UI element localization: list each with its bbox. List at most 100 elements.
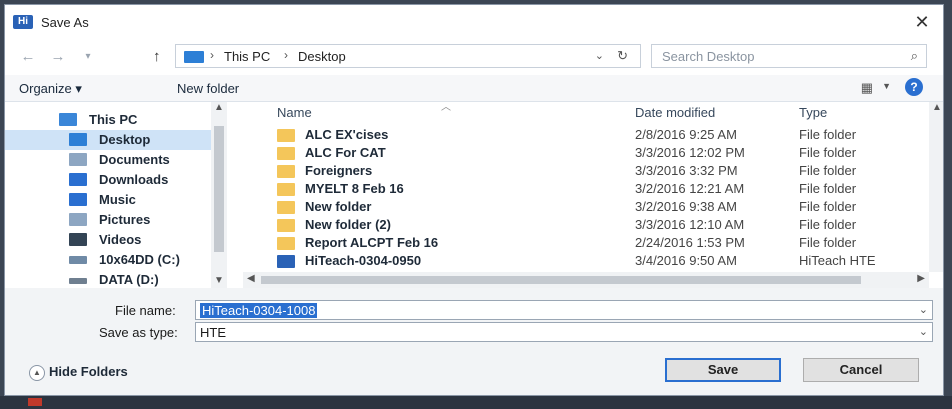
chevron-down-icon[interactable]: ⌄ <box>919 303 928 316</box>
nav-item-label: Downloads <box>99 172 169 187</box>
file-row[interactable]: Foreigners 3/3/2016 3:32 PM File folder <box>243 163 903 181</box>
breadcrumb-this-pc[interactable]: This PC <box>224 49 270 64</box>
file-list-vertical-scrollbar[interactable]: ▲ <box>929 102 943 272</box>
file-date: 3/4/2016 9:50 AM <box>635 253 737 268</box>
column-header-date-modified[interactable]: Date modified <box>635 105 715 120</box>
new-folder-button[interactable]: New folder <box>177 81 239 96</box>
file-list: Name ︿ Date modified Type ALC EX'cises 2… <box>243 102 943 288</box>
nav-item-drive-c[interactable]: 10x64DD (C:) <box>5 250 211 270</box>
save-form: File name: HiTeach-0304-1008 ⌄ Save as t… <box>5 288 943 348</box>
search-box[interactable]: Search Desktop ⌕ <box>651 44 927 68</box>
taskbar-item[interactable] <box>28 398 42 406</box>
file-row[interactable]: MYELT 8 Feb 16 3/2/2016 12:21 AM File fo… <box>243 181 903 199</box>
file-name: Report ALCPT Feb 16 <box>305 235 439 250</box>
scroll-up-icon[interactable]: ▲ <box>214 102 224 113</box>
file-row[interactable]: New folder (2) 3/3/2016 12:10 AM File fo… <box>243 217 903 235</box>
folder-icon <box>277 129 295 142</box>
scrollbar-thumb[interactable] <box>214 126 224 252</box>
breadcrumb-desktop[interactable]: Desktop <box>298 49 346 64</box>
back-arrow-icon[interactable]: ← <box>19 48 37 65</box>
hte-file-icon <box>277 255 295 268</box>
nav-item-label: Videos <box>99 232 142 247</box>
nav-item-this-pc[interactable]: This PC <box>5 110 211 130</box>
chevron-down-icon[interactable]: ▼ <box>882 81 891 91</box>
scroll-left-icon[interactable]: ◀ <box>247 273 255 284</box>
recent-locations-icon[interactable]: ▾ <box>79 51 97 62</box>
file-list-horizontal-scrollbar[interactable]: ◀ ▶ <box>243 272 929 288</box>
file-name: ALC EX'cises <box>305 127 389 142</box>
file-type: File folder <box>799 199 857 214</box>
help-icon[interactable]: ? <box>905 78 923 96</box>
save-as-dialog: Hi Save As ✕ ← → ▾ ↑ › This PC › Desktop… <box>4 4 944 396</box>
nav-item-label: Documents <box>99 152 170 167</box>
save-as-type-select[interactable]: HTE ⌄ <box>195 322 933 342</box>
file-name: ALC For CAT <box>305 145 386 160</box>
nav-item-music[interactable]: Music <box>5 190 211 210</box>
file-name-input[interactable]: HiTeach-0304-1008 <box>200 303 318 318</box>
nav-item-label: Desktop <box>99 132 151 147</box>
search-icon[interactable]: ⌕ <box>911 48 918 64</box>
title-bar: Hi Save As ✕ <box>5 5 943 39</box>
cancel-button[interactable]: Cancel <box>803 358 919 382</box>
organize-button[interactable]: Organize ▾ <box>19 81 82 97</box>
file-row[interactable]: ALC For CAT 3/3/2016 12:02 PM File folde… <box>243 145 903 163</box>
file-name-value-wrap: HiTeach-0304-1008 <box>200 303 318 318</box>
nav-item-videos[interactable]: Videos <box>5 230 211 250</box>
documents-icon <box>69 153 87 166</box>
file-name: HiTeach-0304-0950 <box>305 253 422 268</box>
save-as-type-label: Save as type: <box>99 325 178 340</box>
file-row[interactable]: HiTeach-0304-0950 3/4/2016 9:50 AM HiTea… <box>243 253 903 271</box>
file-type: File folder <box>799 163 857 178</box>
file-name: Foreigners <box>305 163 373 178</box>
file-row[interactable]: ALC EX'cises 2/8/2016 9:25 AM File folde… <box>243 127 903 145</box>
music-icon <box>69 193 87 206</box>
refresh-icon[interactable]: ↻ <box>617 48 628 64</box>
nav-item-drive-d[interactable]: DATA (D:) <box>5 270 211 290</box>
scrollbar-thumb[interactable] <box>261 276 861 284</box>
folder-icon <box>277 165 295 178</box>
drive-icon <box>69 256 87 264</box>
file-type: File folder <box>799 217 857 232</box>
chevron-down-icon[interactable]: ⌄ <box>595 49 604 62</box>
nav-item-pictures[interactable]: Pictures <box>5 210 211 230</box>
browser-area: This PC Desktop Documents Downloads Musi… <box>5 101 943 288</box>
file-date: 3/2/2016 12:21 AM <box>635 181 745 196</box>
file-name-field[interactable]: HiTeach-0304-1008 ⌄ <box>195 300 933 320</box>
forward-arrow-icon[interactable]: → <box>49 48 67 65</box>
drive-icon <box>69 278 87 284</box>
file-date: 3/3/2016 12:10 AM <box>635 217 745 232</box>
file-name: MYELT 8 Feb 16 <box>305 181 404 196</box>
search-input[interactable]: Search Desktop <box>662 49 755 64</box>
file-type: File folder <box>799 181 857 196</box>
chevron-down-icon[interactable]: ⌄ <box>919 325 928 338</box>
scroll-right-icon[interactable]: ▶ <box>917 273 925 284</box>
save-as-type-value: HTE <box>200 325 226 340</box>
nav-pane-scrollbar[interactable]: ▲ ▼ <box>211 102 227 288</box>
file-date: 3/2/2016 9:38 AM <box>635 199 737 214</box>
folder-icon <box>277 219 295 232</box>
file-name-label: File name: <box>115 303 176 318</box>
nav-item-desktop[interactable]: Desktop <box>5 130 211 150</box>
view-options-icon[interactable]: ▦ <box>861 80 873 96</box>
column-header-name[interactable]: Name <box>277 105 312 120</box>
up-arrow-icon[interactable]: ↑ <box>153 48 161 65</box>
chevron-right-icon[interactable]: › <box>210 48 214 62</box>
nav-item-downloads[interactable]: Downloads <box>5 170 211 190</box>
navigation-bar: ← → ▾ ↑ › This PC › Desktop ⌄ ↻ Search D… <box>5 39 943 75</box>
nav-item-documents[interactable]: Documents <box>5 150 211 170</box>
close-icon[interactable]: ✕ <box>909 11 935 33</box>
column-header-type[interactable]: Type <box>799 105 827 120</box>
nav-item-label: DATA (D:) <box>99 272 159 287</box>
file-date: 3/3/2016 3:32 PM <box>635 163 738 178</box>
address-bar[interactable]: › This PC › Desktop ⌄ ↻ <box>175 44 641 68</box>
scroll-up-icon[interactable]: ▲ <box>932 102 942 113</box>
chevron-right-icon[interactable]: › <box>284 48 288 62</box>
scroll-down-icon[interactable]: ▼ <box>214 275 224 286</box>
hiteach-logo-icon: Hi <box>13 15 33 29</box>
taskbar-strip <box>0 396 952 409</box>
navigation-pane: This PC Desktop Documents Downloads Musi… <box>5 102 229 288</box>
file-row[interactable]: Report ALCPT Feb 16 2/24/2016 1:53 PM Fi… <box>243 235 903 253</box>
save-button[interactable]: Save <box>665 358 781 382</box>
file-row[interactable]: New folder 3/2/2016 9:38 AM File folder <box>243 199 903 217</box>
folder-icon <box>277 183 295 196</box>
